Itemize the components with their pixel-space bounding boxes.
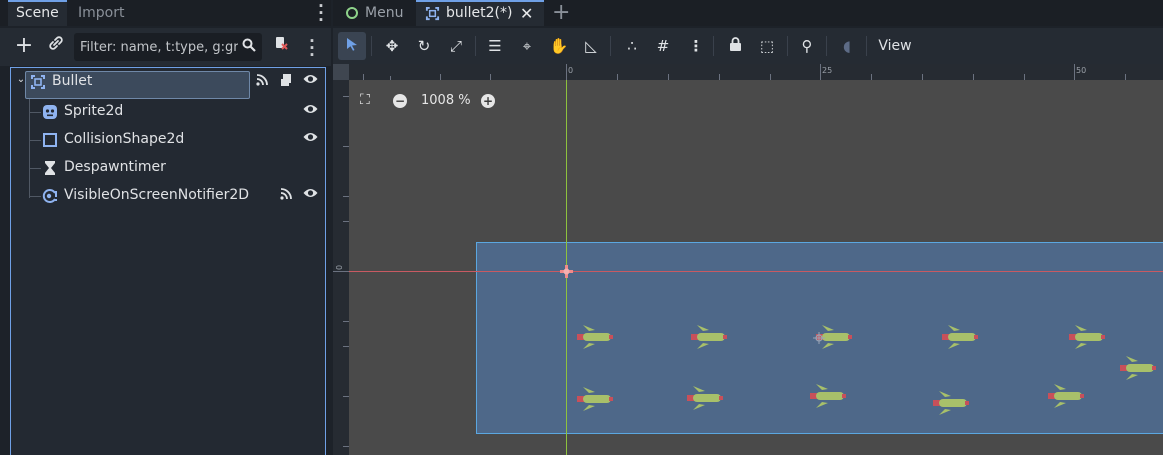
bullet-sprite [577,387,613,411]
ruler-corner [333,64,349,80]
select-tool-icon[interactable] [338,32,366,60]
ruler-label: 0 [568,66,574,75]
new-tab-icon[interactable]: + [552,0,570,26]
lock-icon[interactable] [721,32,749,60]
ruler-label: 25 [822,66,833,75]
bullet-sprite [1120,356,1156,380]
tree-item-visibleonscreennotifier2d[interactable]: VisibleOnScreenNotifier2D [11,182,325,210]
tab-label: bullet2(*) [446,5,513,21]
timer-icon [42,160,58,176]
bullet-sprite [691,325,727,349]
bullet-sprite [810,384,846,408]
visibility-icon[interactable] [302,103,318,119]
visibility-icon[interactable] [302,131,318,147]
tree-item-bullet[interactable]: ⌄ Bullet [11,68,325,99]
zoom-in-icon[interactable]: + [481,94,495,108]
move-tool-icon[interactable]: ✥ [378,32,406,60]
close-icon[interactable]: ✕ [520,2,533,25]
grid-snap-icon[interactable]: # [649,32,677,60]
scale-tool-icon[interactable]: ⤢ [442,32,470,60]
bullet-sprite [577,325,613,349]
bullet-sprite [687,386,723,410]
x-axis-line [349,271,1163,272]
script-icon[interactable] [278,73,294,91]
pivot-tool-icon[interactable]: ⌖ [513,32,541,60]
ruler-vertical[interactable]: 0 [333,64,349,455]
node2d-icon [425,6,440,29]
ruler-horizontal[interactable]: 0 25 50 [333,64,1163,80]
bullet-sprite [1048,384,1084,408]
canvas-toolbar: ✥ ↻ ⤢ ☰ ⌖ ✋ ◺ ∴ # ⋮ ⬚ ⚲ ◖ View [333,28,1163,64]
ruler-label: 50 [1076,66,1087,75]
ruler-tool-icon[interactable]: ◺ [577,32,605,60]
pan-tool-icon[interactable]: ✋ [545,32,573,60]
tab-bullet2[interactable]: bullet2(*) ✕ [416,0,544,26]
tree-item-despawntimer[interactable]: Despawntimer [11,154,325,182]
origin-pivot-icon[interactable] [560,265,573,278]
collision-shape-icon [42,132,58,148]
bone-icon[interactable]: ⚲ [793,32,821,60]
smart-snap-icon[interactable]: ∴ [618,32,646,60]
tree-item-sprite2d[interactable]: Sprite2d [11,98,325,126]
view-menu-button[interactable]: View [873,32,917,60]
visibility-icon[interactable] [302,187,318,203]
tree-item-label: Despawntimer [64,159,166,175]
crosshair-icon [813,332,825,344]
collapse-arrow-icon[interactable]: ⌄ [13,74,29,85]
group-icon[interactable]: ⬚ [753,32,781,60]
tree-item-label: Bullet [52,73,93,89]
link-icon[interactable] [43,33,69,59]
zoom-level[interactable]: 1008 % [421,92,471,110]
scene-tree: ⌄ Bullet Sprite2d CollisionShape2d Despa… [10,67,326,455]
add-node-icon[interactable]: + [11,33,37,59]
dock-menu-icon[interactable]: · · · [315,0,327,28]
tree-item-label: Sprite2d [64,103,124,119]
center-view-icon[interactable]: ⛶ [360,92,370,108]
signal-icon[interactable] [254,73,270,91]
snap-options-icon[interactable]: ⋮ [682,32,710,60]
list-select-tool-icon[interactable]: ☰ [481,32,509,60]
bullet-sprite [942,325,978,349]
sprite2d-icon [42,104,58,120]
ruler-label: 0 [335,264,345,271]
filter-input[interactable] [80,37,238,57]
tab-label: Menu [365,5,404,21]
tree-item-collisionshape2d[interactable]: CollisionShape2d [11,126,325,154]
control-node-icon [346,7,358,19]
dock-tabs: Scene Import · · · [0,0,331,28]
rotate-tool-icon[interactable]: ↻ [410,32,438,60]
scene-dock: Scene Import ··· + ··· [0,0,331,455]
canvas-viewport[interactable]: 0 25 50 0 ⛶ − 1008 % + [333,64,1163,455]
signal-icon[interactable] [278,187,294,205]
bullet-sprite [1069,325,1105,349]
godot-editor: Scene Import ··· + ··· [0,0,1163,455]
filter-field[interactable] [74,33,262,61]
scene-tabs: Menu bullet2(*) ✕ + [333,0,1163,26]
tree-item-label: VisibleOnScreenNotifier2D [64,187,250,203]
node2d-icon [30,74,46,90]
tab-menu[interactable]: Menu [337,0,417,26]
scene-menu-icon[interactable]: · · · [306,34,318,63]
notifier-icon [42,188,58,204]
visibility-icon[interactable] [302,73,318,89]
tab-import[interactable]: Import [70,0,132,26]
camera-override-icon[interactable]: ◖ [833,32,861,60]
tree-item-label: CollisionShape2d [64,131,185,147]
bullet-sprite [933,391,969,415]
filter-script-icon[interactable] [268,33,294,59]
zoom-out-icon[interactable]: − [393,94,407,108]
search-icon [242,38,256,56]
tab-scene[interactable]: Scene [8,0,67,26]
